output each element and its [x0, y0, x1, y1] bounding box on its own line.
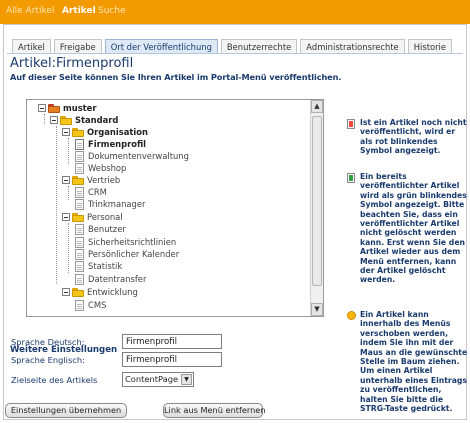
scroll-thumb[interactable]	[312, 116, 322, 286]
folder-icon	[60, 115, 72, 125]
tab-historie[interactable]: Historie	[407, 39, 453, 53]
tree-node-dokumentenverwaltung[interactable]: Dokumentenverwaltung	[75, 150, 189, 162]
collapse-icon[interactable]	[62, 128, 70, 136]
folder-icon	[72, 287, 84, 297]
folder-icon	[72, 212, 84, 222]
nav-article[interactable]: Artikel	[62, 6, 96, 16]
page-icon	[75, 273, 84, 285]
tree-node-datentransfer[interactable]: Datentransfer	[75, 273, 146, 285]
tab-artikel[interactable]: Artikel	[12, 39, 51, 53]
tree-node-statistik[interactable]: Statistik	[75, 260, 122, 272]
page-icon	[75, 186, 84, 198]
zielseite-select-value: ContentPage	[125, 374, 179, 384]
tree-node-crm[interactable]: CRM	[75, 186, 107, 198]
info-unpublished: Ist ein Artikel noch nicht veröffentlich…	[360, 118, 467, 156]
tree-node-sicherheitsrichtlinien[interactable]: Sicherheitsrichtlinien	[75, 236, 176, 248]
label-sprache-englisch: Sprache Englisch:	[11, 355, 85, 365]
collapse-icon[interactable]	[38, 104, 46, 112]
nav-search[interactable]: Suche	[98, 6, 126, 16]
tree-node-standard[interactable]: Standard	[50, 114, 118, 126]
tree-node-cms[interactable]: CMS	[75, 299, 106, 311]
menu-tree[interactable]: muster Standard Organisation Firmenprofi…	[26, 99, 324, 317]
tree-node-webshop[interactable]: Webshop	[75, 162, 126, 174]
tree-scrollbar[interactable]: ▲ ▼	[310, 100, 323, 316]
tab-bar: Artikel Freigabe Ort der Veröffentlichun…	[12, 39, 455, 53]
page-icon	[75, 198, 84, 210]
page-icon	[75, 236, 84, 248]
info-move-tip: Ein Artikel kann innerhalb des Menüs ver…	[360, 310, 468, 414]
tab-underline	[7, 53, 463, 54]
page-icon	[75, 162, 84, 174]
collapse-icon[interactable]	[62, 176, 70, 184]
lightbulb-icon	[347, 311, 356, 320]
page-subtitle: Auf dieser Seite können Sie Ihren Artike…	[10, 72, 342, 82]
root-folder-icon	[48, 103, 60, 113]
tab-freigabe[interactable]: Freigabe	[53, 39, 102, 53]
tree-node-trinkmanager[interactable]: Trinkmanager	[75, 198, 145, 210]
remove-link-button[interactable]: Link aus Menü entfernen	[163, 403, 266, 418]
sprache-deutsch-input[interactable]	[122, 334, 222, 349]
page-icon	[75, 150, 84, 162]
collapse-icon[interactable]	[62, 288, 70, 296]
scroll-up-icon[interactable]: ▲	[311, 100, 323, 113]
tree-node-persoenlicher-kalender[interactable]: Persönlicher Kalender	[75, 248, 179, 260]
tree-node-firmenprofil[interactable]: Firmenprofil	[75, 138, 146, 150]
sprache-englisch-input[interactable]	[122, 352, 222, 367]
top-nav-bar: Alle Artikel Artikel Suche	[0, 0, 470, 24]
tree-node-organisation[interactable]: Organisation	[62, 126, 148, 138]
scroll-down-icon[interactable]: ▼	[311, 303, 323, 316]
page-title: Artikel:Firmenprofil	[10, 56, 134, 71]
page-icon	[75, 138, 84, 150]
folder-icon	[72, 127, 84, 137]
tab-ort-der-veroeffentlichung[interactable]: Ort der Veröffentlichung	[104, 39, 218, 53]
chevron-down-icon[interactable]: ▼	[181, 374, 192, 385]
page-icon	[75, 260, 84, 272]
page-icon	[75, 248, 84, 260]
menu-tree-content: muster Standard Organisation Firmenprofi…	[27, 100, 311, 316]
content-frame: Artikel Freigabe Ort der Veröffentlichun…	[3, 24, 467, 420]
tree-node-benutzer[interactable]: Benutzer	[75, 223, 126, 235]
tree-node-muster[interactable]: muster	[38, 102, 97, 114]
collapse-icon[interactable]	[50, 116, 58, 124]
page-icon	[75, 223, 84, 235]
tree-node-personal[interactable]: Personal	[62, 211, 123, 223]
unpublished-page-icon	[347, 119, 355, 129]
tab-administrationsrechte[interactable]: Administrationsrechte	[300, 39, 405, 53]
tab-benutzerrechte[interactable]: Benutzerrechte	[220, 39, 298, 53]
folder-icon	[72, 175, 84, 185]
label-sprache-deutsch: Sprache Deutsch:	[11, 337, 85, 347]
nav-all-articles[interactable]: Alle Artikel	[6, 6, 54, 16]
apply-settings-button[interactable]: Einstellungen übernehmen	[5, 403, 127, 418]
collapse-icon[interactable]	[62, 213, 70, 221]
page-icon	[75, 299, 84, 311]
zielseite-select[interactable]: ContentPage ▼	[122, 372, 194, 387]
tree-node-entwicklung[interactable]: Entwicklung	[62, 286, 138, 298]
tree-node-vertrieb[interactable]: Vertrieb	[62, 174, 120, 186]
info-published: Ein bereits veröffentlichter Artikel wir…	[360, 172, 467, 285]
label-zielseite: Zielseite des Artikels	[11, 375, 98, 385]
published-page-icon	[347, 173, 355, 183]
